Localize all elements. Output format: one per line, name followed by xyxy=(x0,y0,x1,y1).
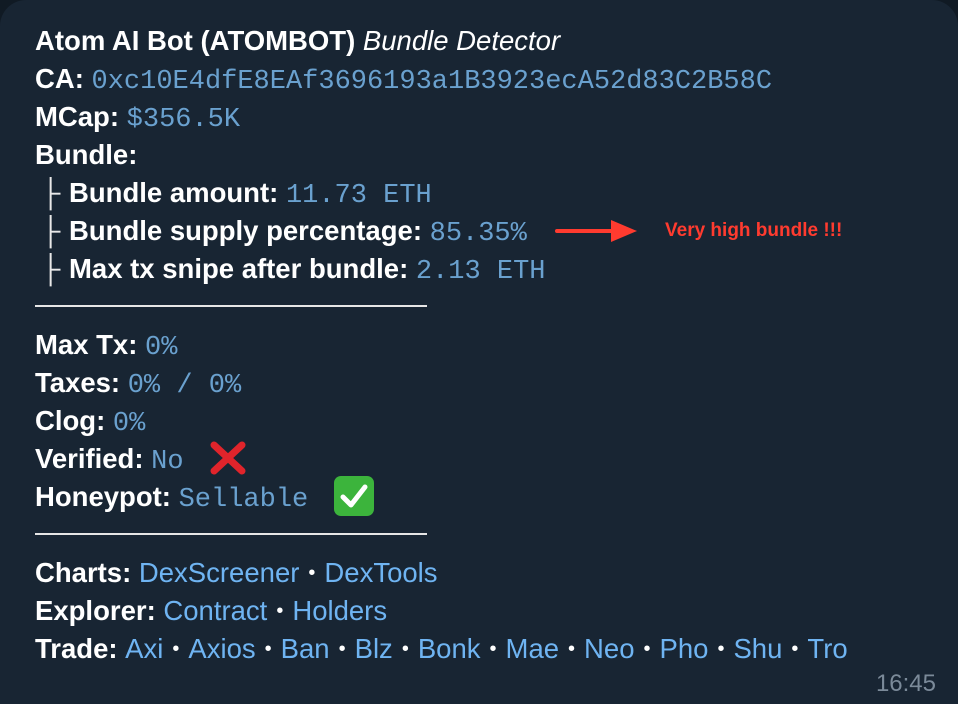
link-trade-mae[interactable]: Mae xyxy=(506,633,560,664)
max-snipe-label: Max tx snipe after bundle: xyxy=(69,253,409,284)
explorer-line: Explorer: Contract • Holders xyxy=(35,592,958,630)
bot-subtitle: Bundle Detector xyxy=(362,25,561,56)
link-trade-axi[interactable]: Axi xyxy=(125,633,163,664)
max-tx-label: Max Tx: xyxy=(35,329,138,360)
link-trade-tro[interactable]: Tro xyxy=(807,633,847,664)
divider xyxy=(35,288,958,326)
red-arrow-icon xyxy=(555,220,637,242)
max-tx-value[interactable]: 0% xyxy=(145,333,177,363)
tree-branch-glyph: ├ xyxy=(41,215,61,246)
taxes-label: Taxes: xyxy=(35,367,121,398)
link-separator: • xyxy=(172,638,180,660)
link-separator: • xyxy=(489,638,497,660)
mcap-line: MCap: $356.5K xyxy=(35,98,958,136)
bundle-label: Bundle: xyxy=(35,139,138,170)
link-separator: • xyxy=(401,638,409,660)
message-bubble: Atom AI Bot (ATOMBOT) Bundle Detector CA… xyxy=(0,0,958,704)
bundle-amount-label: Bundle amount: xyxy=(69,177,279,208)
max-snipe-line: ├ Max tx snipe after bundle: 2.13 ETH xyxy=(35,250,958,288)
bundle-supply-line: ├ Bundle supply percentage: 85.35% Very h… xyxy=(35,212,958,250)
bundle-supply-value[interactable]: 85.35% xyxy=(430,219,527,249)
message-timestamp: 16:45 xyxy=(875,670,936,697)
charts-label: Charts: xyxy=(35,557,132,588)
link-separator: • xyxy=(717,638,725,660)
bundle-amount-line: ├ Bundle amount: 11.73 ETH xyxy=(35,174,958,212)
clog-label: Clog: xyxy=(35,405,106,436)
mcap-value[interactable]: $356.5K xyxy=(127,105,240,135)
link-dextools[interactable]: DexTools xyxy=(324,557,437,588)
honeypot-line: Honeypot: Sellable xyxy=(35,475,958,516)
link-separator: • xyxy=(568,638,576,660)
ca-line: CA: 0xc10E4dfE8EAf3696193a1B3923ecA52d83… xyxy=(35,60,958,98)
taxes-value[interactable]: 0% / 0% xyxy=(128,371,241,401)
verified-label: Verified: xyxy=(35,443,144,474)
honeypot-value[interactable]: Sellable xyxy=(179,485,309,515)
taxes-line: Taxes: 0% / 0% xyxy=(35,364,958,402)
link-separator: • xyxy=(264,638,272,660)
header-line: Atom AI Bot (ATOMBOT) Bundle Detector xyxy=(35,22,958,60)
link-separator: • xyxy=(338,638,346,660)
trade-line: Trade: Axi • Axios • Ban • Blz • Bonk • Mae • Neo • Ph… xyxy=(35,630,958,668)
trade-label: Trade: xyxy=(35,633,118,664)
explorer-label: Explorer: xyxy=(35,595,156,626)
red-x-icon xyxy=(210,441,246,475)
clog-line: Clog: 0% xyxy=(35,402,958,440)
bundle-supply-label: Bundle supply percentage: xyxy=(69,215,422,246)
link-trade-blz[interactable]: Blz xyxy=(355,633,393,664)
max-snipe-value[interactable]: 2.13 ETH xyxy=(416,257,546,287)
honeypot-label: Honeypot: xyxy=(35,481,171,512)
link-separator: • xyxy=(791,638,799,660)
ca-label: CA: xyxy=(35,63,84,94)
tree-branch-glyph: ├ xyxy=(41,253,61,284)
green-check-icon xyxy=(333,475,374,516)
link-trade-bonk[interactable]: Bonk xyxy=(418,633,481,664)
link-holders[interactable]: Holders xyxy=(292,595,387,626)
link-trade-neo[interactable]: Neo xyxy=(584,633,634,664)
contract-address[interactable]: 0xc10E4dfE8EAf3696193a1B3923ecA52d83C2B5… xyxy=(92,67,773,97)
clog-value[interactable]: 0% xyxy=(113,409,145,439)
mcap-label: MCap: xyxy=(35,101,120,132)
link-separator: • xyxy=(643,638,651,660)
bundle-warning-annotation: Very high bundle !!! xyxy=(665,220,843,241)
link-dexscreener[interactable]: DexScreener xyxy=(139,557,300,588)
verified-value[interactable]: No xyxy=(151,447,183,477)
bot-name: Atom AI Bot (ATOMBOT) xyxy=(35,25,356,56)
bundle-amount-value[interactable]: 11.73 ETH xyxy=(286,181,432,211)
link-trade-pho[interactable]: Pho xyxy=(660,633,709,664)
link-separator: • xyxy=(276,600,284,622)
bundle-heading: Bundle: xyxy=(35,136,958,174)
link-separator: • xyxy=(308,562,316,584)
link-contract[interactable]: Contract xyxy=(163,595,267,626)
charts-line: Charts: DexScreener • DexTools xyxy=(35,554,958,592)
link-trade-shu[interactable]: Shu xyxy=(733,633,782,664)
tree-branch-glyph: ├ xyxy=(41,177,61,208)
divider xyxy=(35,516,958,554)
link-trade-axios[interactable]: Axios xyxy=(188,633,255,664)
max-tx-line: Max Tx: 0% xyxy=(35,326,958,364)
verified-line: Verified: No xyxy=(35,440,958,478)
link-trade-ban[interactable]: Ban xyxy=(281,633,330,664)
